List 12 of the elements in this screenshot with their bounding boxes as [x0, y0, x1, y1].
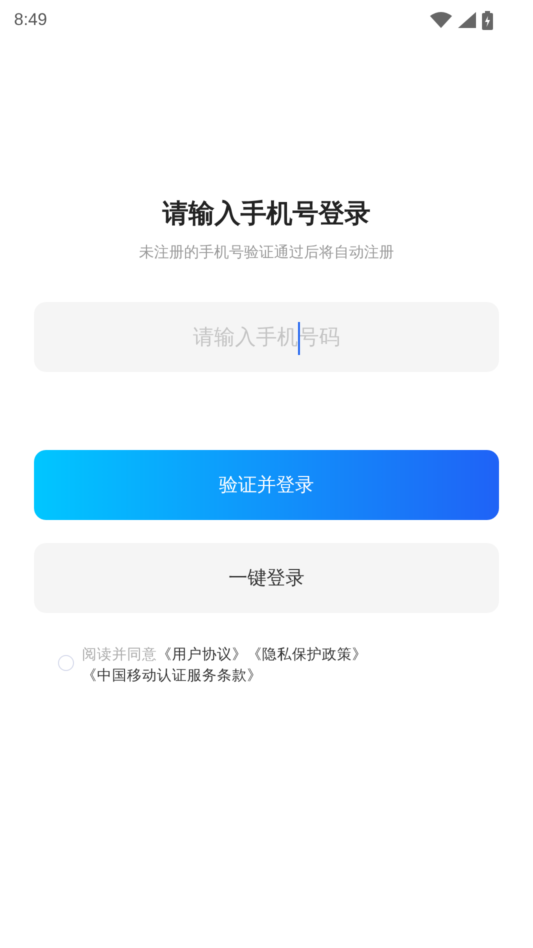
page-title: 请输入手机号登录	[161, 198, 372, 231]
status-time: 8:49	[14, 10, 48, 30]
agreement-link[interactable]: 《中国移动认证服务条款》	[82, 668, 262, 684]
subtitle: 未注册的手机号验证通过后将自动注册	[138, 243, 395, 262]
agree-checkbox[interactable]	[58, 655, 74, 671]
one-click-login-button[interactable]: 一键登录	[34, 543, 499, 613]
agreement-text: 阅读并同意	[82, 647, 157, 663]
battery-icon	[482, 10, 493, 30]
agreement-link[interactable]: 《用户协议》	[157, 647, 247, 663]
agreement-link[interactable]: 《隐私保护政策》	[247, 647, 367, 663]
signal-icon	[458, 12, 476, 28]
wifi-icon	[430, 12, 452, 28]
